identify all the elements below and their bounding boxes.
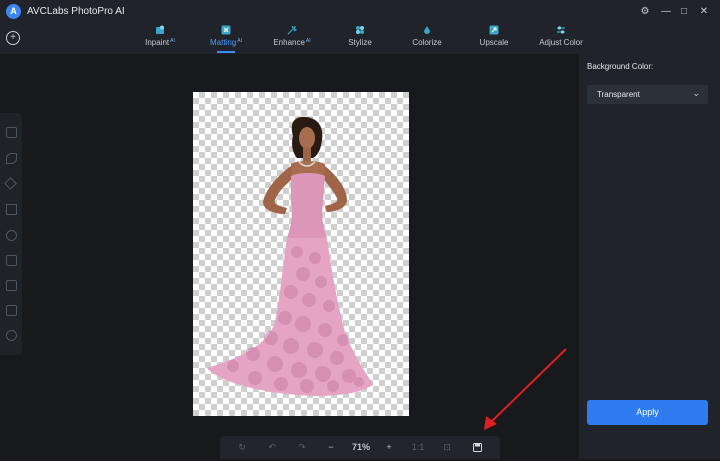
tab-adjust-color[interactable]: Adjust Color — [536, 24, 586, 54]
document-icon[interactable] — [6, 305, 17, 316]
bottom-zoom-bar: ↻ ↶ ↷ − 71% + 1:1 ⊡ — [220, 436, 500, 459]
title-bar: A AVCLabs PhotoPro AI ⚙ — □ ✕ — [0, 0, 720, 24]
pointer-icon[interactable] — [4, 177, 17, 190]
enhance-icon — [287, 25, 297, 35]
brush-icon[interactable] — [6, 153, 17, 164]
matting-icon — [221, 25, 231, 35]
tab-matting[interactable]: MattingAI — [204, 24, 248, 54]
undo-icon[interactable]: ↶ — [264, 436, 280, 459]
chevron-down-icon: ⌄ — [692, 88, 700, 98]
tab-stylize[interactable]: Stylize — [340, 24, 380, 54]
image-icon[interactable] — [6, 255, 17, 266]
app-title: AVCLabs PhotoPro AI — [27, 6, 125, 17]
left-tool-panel — [0, 113, 22, 355]
background-color-select[interactable]: Transparent ⌄ — [587, 85, 708, 104]
save-icon[interactable] — [470, 436, 484, 459]
history-icon[interactable] — [6, 330, 17, 341]
upscale-icon — [489, 25, 499, 35]
reset-icon[interactable]: ↻ — [234, 436, 250, 459]
tab-enhance[interactable]: EnhanceAI — [270, 24, 314, 54]
main-toolbar: + InpaintAI MattingAI EnhanceAI Stylize … — [0, 24, 720, 54]
maximize-button[interactable]: □ — [677, 5, 691, 19]
matted-person-image — [207, 116, 373, 396]
tab-matting-label: Matting — [210, 38, 237, 47]
tab-colorize[interactable]: Colorize — [406, 24, 448, 54]
minimize-button[interactable]: — — [659, 5, 673, 19]
tab-colorize-label: Colorize — [412, 38, 442, 47]
tab-inpaint[interactable]: InpaintAI — [138, 24, 182, 54]
background-color-label: Background Color: — [587, 62, 654, 71]
ellipse-icon[interactable] — [6, 230, 17, 241]
select-icon[interactable] — [6, 127, 17, 138]
actual-size-button[interactable]: 1:1 — [410, 436, 426, 459]
adjust-color-icon — [557, 26, 565, 34]
app-logo: A — [6, 4, 21, 19]
active-tab-indicator — [217, 51, 235, 53]
ai-badge: AI — [237, 38, 242, 44]
zoom-in-button[interactable]: + — [382, 436, 396, 459]
zoom-level: 71% — [351, 442, 370, 452]
background-color-value: Transparent — [597, 90, 640, 99]
layer-icon[interactable] — [6, 280, 17, 291]
colorize-icon — [424, 26, 430, 34]
tab-adjust-color-label: Adjust Color — [539, 38, 583, 47]
tab-enhance-label: Enhance — [273, 38, 305, 47]
zoom-out-button[interactable]: − — [324, 436, 338, 459]
redo-icon[interactable]: ↷ — [294, 436, 310, 459]
tab-upscale-label: Upscale — [479, 38, 509, 47]
right-settings-panel — [579, 54, 720, 459]
image-canvas[interactable] — [193, 92, 409, 416]
tab-inpaint-label: Inpaint — [145, 38, 170, 47]
add-icon[interactable]: + — [6, 31, 20, 45]
stylize-icon — [356, 26, 364, 34]
ai-badge: AI — [305, 38, 311, 44]
tab-upscale[interactable]: Upscale — [474, 24, 514, 54]
tab-stylize-label: Stylize — [348, 38, 372, 47]
ai-badge: AI — [170, 38, 175, 44]
close-button[interactable]: ✕ — [697, 5, 711, 19]
inpaint-icon — [156, 25, 164, 34]
apply-button[interactable]: Apply — [587, 400, 708, 425]
fit-screen-icon[interactable]: ⊡ — [440, 436, 454, 459]
settings-icon[interactable]: ⚙ — [638, 5, 652, 19]
rectangle-icon[interactable] — [6, 204, 17, 215]
